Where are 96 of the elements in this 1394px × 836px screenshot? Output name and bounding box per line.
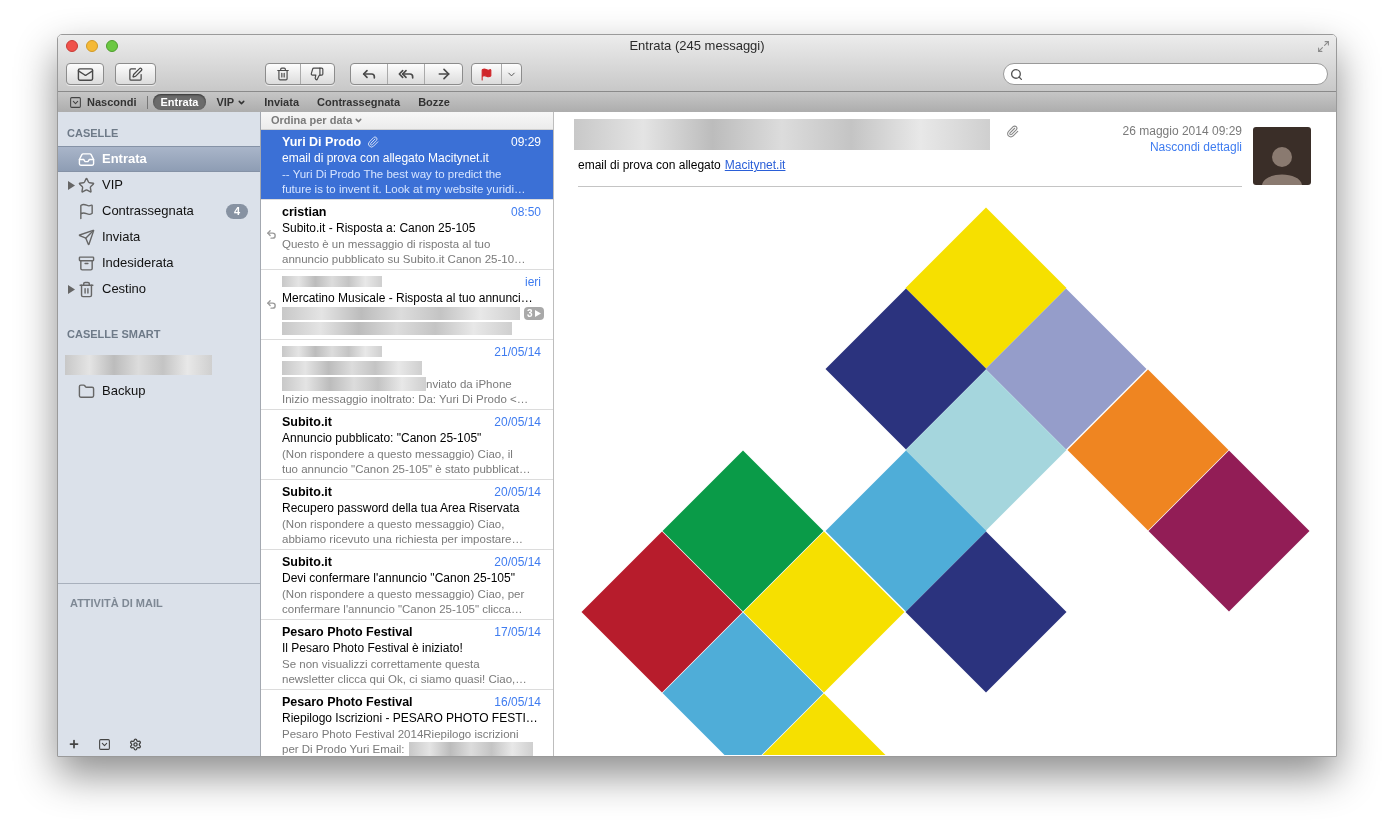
mailbox-icon xyxy=(78,228,95,246)
sender-name: Subito.it xyxy=(282,483,332,500)
mailbox-label: Contrassegnata xyxy=(102,202,194,221)
sidebar-item[interactable]: Inviata xyxy=(58,224,260,250)
mailbox-label: VIP xyxy=(102,176,123,195)
mailbox-icon xyxy=(78,254,95,272)
search-icon xyxy=(1010,67,1023,81)
thumbs-down-icon xyxy=(310,67,325,81)
favorite-mailbox[interactable]: VIP xyxy=(208,94,255,110)
hide-icon xyxy=(69,95,82,109)
favorite-mailbox[interactable]: Contrassegnata xyxy=(309,94,409,110)
triangle-icon xyxy=(534,309,541,317)
add-icon[interactable] xyxy=(68,738,80,750)
message-date: 08:50 xyxy=(510,203,541,220)
mailbox-icon xyxy=(78,150,95,168)
zoom-button[interactable] xyxy=(106,40,118,52)
mailbox-label: Cestino xyxy=(102,280,147,299)
search-field[interactable] xyxy=(1003,63,1328,85)
message-preview: nviato da iPhone xyxy=(426,377,512,392)
message-date: 21/05/14 xyxy=(494,343,541,360)
sidebar-item[interactable]: Contrassegnata 4 xyxy=(58,198,260,224)
sender-name: Yuri Di Prodo xyxy=(282,133,362,150)
message-preview: newsletter clicca qui Ok, ci siamo quasi! Ciao,… xyxy=(282,672,527,687)
message-preview: confermare l'annuncio "Canon 25-105" clicca… xyxy=(282,602,523,617)
disclosure-triangle-icon[interactable] xyxy=(68,284,75,294)
mailbox-label: Inviata xyxy=(102,228,141,247)
sidebar-item[interactable]: Cestino xyxy=(58,276,260,302)
mailbox-label: Indesiderata xyxy=(102,254,174,273)
message-preview: Inizio messaggio inoltrato: Da: Yuri Di Prodo <… xyxy=(282,392,529,407)
sender-name: Pesaro Photo Festival xyxy=(282,693,413,710)
message-date: 20/05/14 xyxy=(494,553,541,570)
sender-name: Pesaro Photo Festival xyxy=(282,623,413,640)
mailbox-icon xyxy=(78,176,95,194)
close-button[interactable] xyxy=(66,40,78,52)
section-header: CASELLE xyxy=(67,127,119,139)
message-preview: Questo è un messaggio di risposta al tuo xyxy=(282,237,491,252)
message-date: 26 maggio 2014 09:29 xyxy=(1122,123,1242,139)
flag-icon xyxy=(480,67,494,81)
message-preview: (Non rispondere a questo messaggio) Ciao, per xyxy=(282,587,525,602)
mailbox-label: Entrata xyxy=(102,150,147,169)
hide-details-link[interactable]: Nascondi dettagli xyxy=(1149,139,1242,155)
sidebar-item[interactable]: Indesiderata xyxy=(58,250,260,276)
message-preview: (Non rispondere a questo messaggio) Ciao, xyxy=(282,517,505,532)
subject-link[interactable]: Macitynet.it xyxy=(724,156,786,174)
fullscreen-icon[interactable] xyxy=(1317,39,1330,53)
mailbox-icon xyxy=(78,202,95,220)
mailbox-icon xyxy=(78,382,95,400)
section-header: ATTIVITÀ DI MAIL xyxy=(70,597,163,609)
message-subject: Recupero password della tua Area Riservata xyxy=(282,500,520,516)
message-date: 16/05/14 xyxy=(494,693,541,710)
settings-icon[interactable] xyxy=(129,737,142,751)
mailbox-icon xyxy=(78,280,95,298)
message-row[interactable]: Yuri Di Prodo 09:29 email di prova con allegato Macitynet.it -- Yuri Di Prodo The best way to predict the future is to invent it. Look at my website yuridi… xyxy=(261,129,553,200)
trash-icon xyxy=(275,67,290,81)
message-preview: future is to invent it. Look at my website yuridi… xyxy=(282,182,526,197)
message-preview: Se non visualizzi correttamente questa xyxy=(282,657,480,672)
sender-name: cristian xyxy=(282,203,327,220)
hide-sidebar-icon[interactable] xyxy=(98,737,111,751)
message-date: ieri xyxy=(525,273,541,290)
compose-icon xyxy=(128,66,143,82)
message-preview: abbiamo ricevuto una richiesta per impostare… xyxy=(282,532,523,547)
message-subject: Riepilogo Iscrizioni - PESARO PHOTO FESTI… xyxy=(282,710,538,726)
favorite-mailbox[interactable]: Inviata xyxy=(256,94,307,110)
attachment-icon[interactable] xyxy=(1006,125,1019,138)
compose-button[interactable] xyxy=(115,63,156,85)
unread-count-badge: 4 xyxy=(225,203,248,219)
message-subject: Devi confermare l'annuncio "Canon 25-105" xyxy=(282,570,515,586)
envelope-icon xyxy=(76,65,94,83)
message-date: 20/05/14 xyxy=(494,483,541,500)
sender-name: Subito.it xyxy=(282,553,332,570)
section-header: CASELLE SMART xyxy=(67,328,161,340)
message-preview: per Di Prodo Yuri Email: xyxy=(282,742,405,756)
disclosure-triangle-icon[interactable] xyxy=(68,180,75,190)
message-preview: annuncio pubblicato su Subito.it Canon 25-10… xyxy=(282,252,526,267)
hide-button[interactable]: Nascondi xyxy=(69,93,137,111)
window-title: Entrata (245 messaggi) xyxy=(629,37,765,56)
message-subject: Annuncio pubblicato: "Canon 25-105" xyxy=(282,430,482,446)
message-preview: (Non rispondere a questo messaggio) Ciao, il xyxy=(282,447,513,462)
message-preview: -- Yuri Di Prodo The best way to predict the xyxy=(282,167,502,182)
message-date: 20/05/14 xyxy=(494,413,541,430)
message-date: 17/05/14 xyxy=(494,623,541,640)
message-subject: Il Pesaro Photo Festival è iniziato! xyxy=(282,640,463,656)
mailbox-label: Backup xyxy=(102,382,146,401)
message-subject: Mercatino Musicale - Risposta al tuo annunci… xyxy=(282,290,533,306)
message-subject: email di prova con allegato xyxy=(578,157,721,174)
sidebar-item[interactable]: Backup xyxy=(58,378,260,404)
favorite-mailbox[interactable]: Entrata xyxy=(152,94,207,110)
message-preview: tuo annuncio "Canon 25-105" è stato pubblicat… xyxy=(282,462,531,477)
message-preview: Pesaro Photo Festival 2014Riepilogo iscrizioni xyxy=(282,727,519,742)
favorite-mailbox[interactable]: Bozze xyxy=(410,94,458,110)
message-date: 09:29 xyxy=(510,133,541,150)
get-mail-button[interactable] xyxy=(66,63,104,85)
sidebar-item[interactable]: VIP xyxy=(58,172,260,198)
sender-name: Subito.it xyxy=(282,413,332,430)
message-subject: Subito.it - Risposta a: Canon 25-105 xyxy=(282,220,476,236)
message-subject: email di prova con allegato Macitynet.it xyxy=(282,150,489,166)
